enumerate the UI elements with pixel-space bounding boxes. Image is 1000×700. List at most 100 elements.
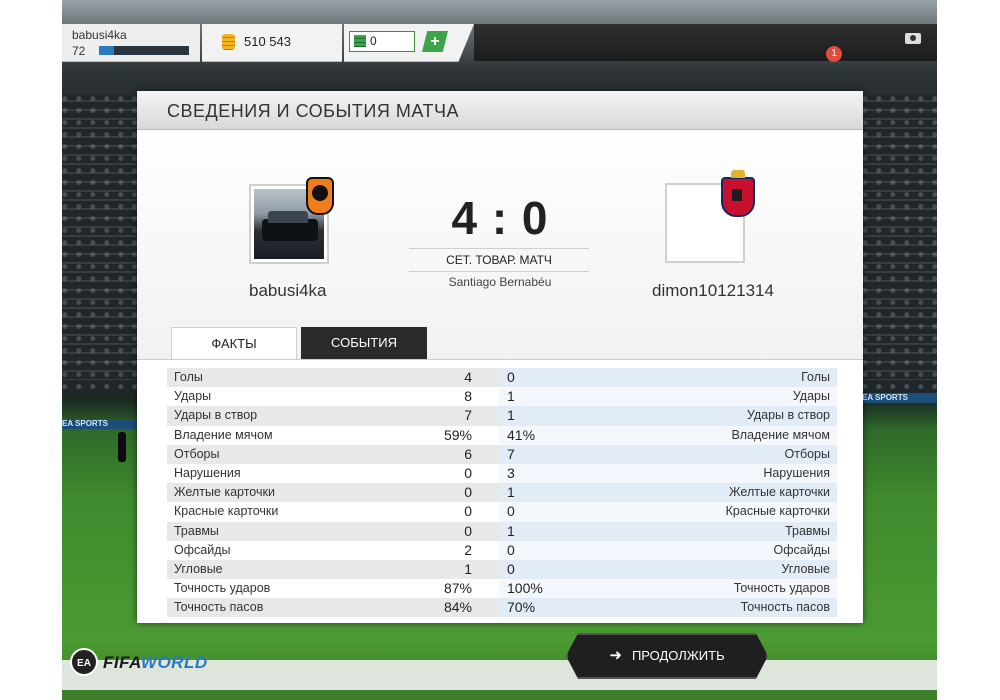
- top-bar-dark: [474, 24, 937, 61]
- stat-row: Офсайды 2 0 Офсайды: [167, 540, 837, 560]
- stat-value-home: 0: [464, 464, 472, 481]
- match-stats-table: Голы 4 0 Голы Удары 8 1 Удары Удары в створ 7 1 Уда…: [167, 368, 837, 618]
- stat-label-home: Желтые карточки: [174, 485, 275, 500]
- panel-title: СВЕДЕНИЯ И СОБЫТИЯ МАТЧА: [167, 101, 459, 121]
- stat-row: Желтые карточки 0 1 Желтые карточки: [167, 483, 837, 503]
- stat-value-home: 0: [464, 503, 472, 520]
- stat-value-home: 0: [464, 484, 472, 501]
- stat-label-away: Желтые карточки: [729, 485, 830, 500]
- stat-label-away: Офсайды: [773, 542, 830, 557]
- stat-label-home: Точность ударов: [174, 581, 271, 596]
- stat-value-home: 0: [464, 522, 472, 539]
- coins-icon: [222, 34, 235, 50]
- points-value: 0: [370, 34, 377, 48]
- user-info[interactable]: babusi4ka 72: [62, 24, 200, 62]
- stat-value-away: 0: [507, 369, 515, 385]
- stat-value-home: 2: [464, 541, 472, 558]
- stat-value-away: 41%: [507, 426, 536, 443]
- away-team-name: dimon10121314: [652, 281, 774, 300]
- stat-label-home: Владение мячом: [174, 427, 273, 442]
- stat-value-home: 8: [464, 388, 472, 405]
- stat-row: Нарушения 0 3 Нарушения: [167, 463, 837, 484]
- ea-logo-icon: EA: [70, 648, 98, 676]
- stat-row: Угловые 1 0 Угловые: [167, 559, 837, 580]
- stat-row: Удары 8 1 Удары: [167, 387, 837, 407]
- panel-header: СВЕДЕНИЯ И СОБЫТИЯ МАТЧА: [137, 91, 863, 130]
- stat-row-right-bg: [499, 387, 837, 407]
- stat-value-home: 59%: [443, 426, 472, 443]
- stat-row-right-bg: [499, 368, 837, 388]
- fifa-world-logo: EA FIFAWORLD: [70, 648, 207, 676]
- stat-label-away: Удары: [792, 389, 830, 404]
- stat-label-home: Удары: [174, 389, 212, 404]
- stat-value-away: 1: [507, 522, 515, 539]
- stat-value-away: 1: [507, 388, 515, 405]
- stat-label-home: Офсайды: [174, 542, 231, 557]
- tab-events[interactable]: СОБЫТИЯ: [301, 327, 427, 359]
- stat-value-away: 7: [507, 445, 515, 462]
- continue-button[interactable]: ➜ ПРОДОЛЖИТЬ: [566, 633, 768, 679]
- points-icon: [354, 35, 366, 47]
- stat-label-away: Угловые: [781, 561, 830, 576]
- stat-value-away: 100%: [507, 580, 543, 597]
- stat-row: Голы 4 0 Голы: [167, 368, 837, 388]
- stat-label-away: Голы: [801, 370, 830, 384]
- stat-value-away: 3: [507, 464, 515, 481]
- stat-row: Красные карточки 0 0 Красные карточки: [167, 502, 837, 522]
- xp-fill: [99, 46, 115, 55]
- stat-value-home: 84%: [443, 599, 472, 616]
- stat-value-home: 1: [464, 560, 472, 577]
- match-summary-area: [137, 130, 863, 360]
- stat-value-home: 7: [464, 407, 472, 424]
- stat-value-away: 1: [507, 407, 515, 424]
- stat-row: Точность ударов 87% 100% Точность ударов: [167, 579, 837, 599]
- stat-label-away: Удары в створ: [746, 408, 830, 423]
- tab-divider: [137, 359, 863, 360]
- username: babusi4ka: [72, 28, 127, 42]
- stat-value-away: 70%: [507, 599, 536, 616]
- stat-row: Точность пасов 84% 70% Точность пасов: [167, 598, 837, 618]
- stat-label-away: Нарушения: [763, 465, 830, 480]
- notification-badge[interactable]: 1: [826, 46, 842, 62]
- stat-label-away: Красные карточки: [725, 504, 830, 519]
- stat-label-home: Отборы: [174, 446, 220, 461]
- stat-value-away: 0: [507, 503, 515, 520]
- stat-row: Удары в створ 7 1 Удары в створ: [167, 406, 837, 426]
- coins-value: 510 543: [244, 34, 291, 49]
- stat-value-home: 6: [464, 445, 472, 462]
- stat-label-away: Точность ударов: [733, 581, 830, 596]
- osasuna-badge-icon: [721, 170, 755, 217]
- stat-label-away: Отборы: [784, 446, 831, 461]
- stat-row: Владение мячом 59% 41% Владение мячом: [167, 425, 837, 445]
- continue-label: ПРОДОЛЖИТЬ: [631, 648, 725, 663]
- stat-label-home: Нарушения: [174, 465, 241, 480]
- stat-value-away: 0: [507, 541, 515, 558]
- stat-label-home: Точность пасов: [174, 600, 264, 615]
- stat-value-away: 0: [507, 560, 515, 577]
- arrow-right-icon: ➜: [609, 647, 622, 664]
- stat-row: Отборы 6 7 Отборы: [167, 444, 837, 464]
- world-text: WORLD: [140, 653, 208, 672]
- stat-label-away: Владение мячом: [731, 427, 830, 442]
- tab-facts[interactable]: ФАКТЫ: [171, 327, 297, 359]
- stat-row: Травмы 0 1 Травмы: [167, 521, 837, 541]
- top-bar: babusi4ka 72 510 543 0 +: [62, 24, 937, 62]
- player-figure: [118, 432, 126, 462]
- stat-label-home: Голы: [174, 370, 203, 384]
- camera-icon[interactable]: [905, 33, 921, 44]
- stat-value-home: 87%: [443, 580, 472, 597]
- user-level: 72: [72, 44, 86, 58]
- fifa-world-text: FIFAWORLD: [103, 653, 208, 673]
- stat-label-home: Угловые: [174, 561, 223, 576]
- xp-bar: [99, 46, 189, 55]
- points-display: 0: [344, 24, 474, 62]
- adboard-right: EA SPORTS: [862, 393, 937, 403]
- stat-label-home: Травмы: [174, 523, 219, 538]
- points-box: 0: [349, 31, 415, 52]
- adboard-left: EA SPORTS: [62, 419, 142, 429]
- match-type: СЕТ. ТОВАР. МАТЧ: [409, 248, 589, 272]
- stat-label-away: Точность пасов: [740, 600, 830, 615]
- stat-label-away: Травмы: [785, 523, 830, 538]
- stat-value-away: 1: [507, 484, 515, 501]
- fifa-text: FIFA: [103, 653, 141, 672]
